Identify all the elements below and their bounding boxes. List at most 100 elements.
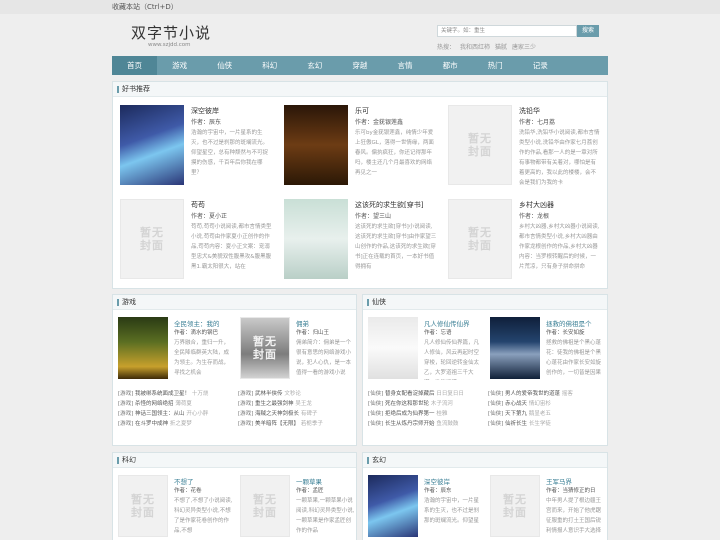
list-item-category: [游戏] — [238, 401, 254, 407]
list-item[interactable]: [游戏] 神话三国领主：从山 开心小胖 — [118, 409, 236, 419]
list-item-title[interactable]: 神话三国领主：从山 — [135, 411, 185, 417]
category-book[interactable]: 暂无 封面 佣弟 作者：归山王 佣弟简介：佣弟是一个很有意思的网络游戏小说，犯人心… — [240, 317, 360, 381]
hot-search-item[interactable]: 我和西红柿 — [460, 44, 490, 51]
book-cover[interactable] — [284, 199, 348, 279]
list-item-title[interactable]: 海贼之天神剑极长 — [255, 411, 299, 417]
category-title[interactable]: 科幻 — [113, 453, 356, 468]
book-description: 苟苟,苟苟小说阅读,都市言情类型小说,苟苟由作家夏小正创作的作品,苟苟内容：夏小… — [191, 224, 272, 270]
featured-book[interactable]: 暂无 封面 洗铅华 作者：七月荔 洗铅华,洗铅华小说阅读,都市言情类型小说,洗铅华… — [448, 105, 608, 189]
list-item-title[interactable]: 男人的爱帝我世的道蓬 — [505, 391, 560, 397]
book-title[interactable]: 不想了 — [174, 476, 194, 486]
list-item[interactable]: [游戏] 美羊暗阵【无限】 若栀季子 — [238, 419, 356, 429]
nav-game[interactable]: 游戏 — [157, 56, 202, 75]
featured-book[interactable]: 暂无 封面 苟苟 作者：夏小正 苟苟,苟苟小说阅读,都市言情类型小说,苟苟由作家夏… — [120, 199, 280, 283]
list-item-title[interactable]: 杀怪的网络绝招 — [135, 401, 174, 407]
list-item[interactable]: [仙侠] 拒绝后成为仙界第一 桂雅 — [368, 409, 486, 419]
list-item-title[interactable]: 仙祈长生 — [505, 421, 527, 427]
nav-urban[interactable]: 都市 — [428, 56, 473, 75]
category-book[interactable]: 暂无 封面 不想了 作者：花卷 不想了,不想了小说阅读,科幻灵异类型小说,不想了是… — [118, 475, 238, 539]
list-item[interactable]: [仙侠] 天下第九 鹅显老五 — [488, 409, 606, 419]
featured-book[interactable]: 乐可 作者：金莸银莲鑫 乐可by金莸银莲鑫，纯情少年爱上狂傲GL，落得一世情缘，… — [284, 105, 444, 189]
list-item[interactable]: [仙侠] 赤心战天 情幻宙杉 — [488, 399, 606, 409]
nav-romance[interactable]: 言情 — [382, 56, 427, 75]
category-book[interactable]: 暂无 封面 王军马界 作者：当猜修正的日 中年男人提了根边疆王宫而来，开始了他虎踞… — [490, 475, 610, 539]
nav-fantasy[interactable]: 玄幻 — [292, 56, 337, 75]
list-item-title[interactable]: 武林半侠传 — [255, 391, 283, 397]
book-cover-placeholder[interactable]: 暂无 封面 — [448, 199, 512, 279]
nav-scifi[interactable]: 科幻 — [247, 56, 292, 75]
book-cover[interactable] — [490, 317, 540, 379]
list-item[interactable]: [仙侠] 替身女配看淀掉藏后 日日复日日 — [368, 389, 486, 399]
nav-time-travel[interactable]: 穿越 — [337, 56, 382, 75]
list-item[interactable]: [游戏] 海贼之天神剑极长 有碑子 — [238, 409, 356, 419]
category-title[interactable]: 仙侠 — [363, 295, 607, 310]
nav-history[interactable]: 记录 — [518, 56, 563, 75]
book-cover[interactable] — [118, 317, 168, 379]
list-item[interactable]: [仙侠] 死在你这和那世轮 木子流河 — [368, 399, 486, 409]
list-item-title[interactable]: 天下第九 — [505, 411, 527, 417]
list-item[interactable]: [游戏] 杀怪的网络绝招 薄荷夏 — [118, 399, 236, 409]
bookmark-site-link[interactable]: 收藏本站（Ctrl+D） — [112, 2, 178, 12]
category-title[interactable]: 游戏 — [113, 295, 356, 310]
book-title[interactable]: 佣弟 — [296, 318, 309, 328]
hot-search-item[interactable]: 猫腻 — [495, 44, 507, 51]
nav-popular[interactable]: 热门 — [473, 56, 518, 75]
search-input[interactable]: 关键字。如：重生 — [437, 25, 577, 37]
book-author: 作者：滴水的钢巴 — [174, 330, 219, 336]
book-title[interactable]: 苟苟 — [191, 200, 205, 210]
search-button[interactable]: 搜索 — [577, 25, 599, 37]
list-item-title[interactable]: 我被绑系统面成卫星！ — [135, 391, 190, 397]
nav-home[interactable]: 首页 — [112, 56, 158, 75]
book-title[interactable]: 这该死的求生欲[穿书] — [355, 200, 423, 210]
list-item-title[interactable]: 替身女配看淀掉藏后 — [385, 391, 435, 397]
list-item-author: 桂雅 — [436, 411, 448, 417]
featured-book[interactable]: 暂无 封面 乡村大凶器 作者：龙根 乡村大凶器,乡村大凶器小说阅读,都市言情类型小… — [448, 199, 608, 283]
featured-book[interactable]: 深空彼岸 作者：辰东 浩瀚的宇宙中，一片星系的生灭，也不过是刹那的斑斓流光。仰望… — [120, 105, 280, 189]
book-title[interactable]: 王军马界 — [546, 476, 572, 486]
list-item-title[interactable]: 在斗罗中成神 — [135, 421, 168, 427]
list-item[interactable]: [游戏] 我被绑系统面成卫星！ 十万烧 — [118, 389, 236, 399]
list-item[interactable]: [仙侠] 长生从炼丹宗师开始 鱼流鼓鼓 — [368, 419, 486, 429]
list-item[interactable]: [仙侠] 仙祈长生 长生学徒 — [488, 419, 606, 429]
book-cover[interactable] — [120, 105, 184, 185]
list-item[interactable]: [游戏] 在斗罗中成神 折之夏梦 — [118, 419, 236, 429]
list-item-title[interactable]: 长生从炼丹宗师开始 — [385, 421, 435, 427]
category-book[interactable]: 暂无 封面 一颗草果 作者：孟匠 一颗草果,一颗草果小说阅读,科幻灵异类型小说,一… — [240, 475, 360, 539]
site-logo[interactable]: 双字节小说 — [131, 22, 211, 43]
book-cover[interactable] — [368, 317, 418, 379]
book-cover[interactable] — [284, 105, 348, 185]
book-cover-placeholder[interactable]: 暂无 封面 — [240, 475, 290, 537]
book-cover-placeholder[interactable]: 暂无 封面 — [118, 475, 168, 537]
list-item[interactable]: [仙侠] 男人的爱帝我世的道蓬 摇客 — [488, 389, 606, 399]
book-title[interactable]: 深空彼岸 — [191, 106, 219, 116]
list-item-title[interactable]: 死在你这和那世轮 — [385, 401, 429, 407]
book-cover[interactable] — [368, 475, 418, 537]
nav-xianxia[interactable]: 仙侠 — [202, 56, 247, 75]
book-title[interactable]: 凡人修仙传仙界 — [424, 318, 470, 328]
book-cover-placeholder[interactable]: 暂无 封面 — [120, 199, 184, 279]
book-description: 洗铅华,洗铅华小说阅读,都市言情类型小说,洗铅华由作家七月荔创作的作品,看那一人… — [519, 130, 600, 186]
category-book[interactable]: 深空彼岸 作者：辰东 浩瀚的宇宙中，一片星系的生灭，也不过是刹那的斑斓流光。仰望… — [368, 475, 488, 539]
book-cover-placeholder[interactable]: 暂无 封面 — [490, 475, 540, 537]
category-book[interactable]: 全民领主：我的 作者：滴水的钢巴 万界融合，重归一升，全民降临群英大陆，成为领主… — [118, 317, 238, 381]
list-item-title[interactable]: 赤心战天 — [505, 401, 527, 407]
book-cover-placeholder[interactable]: 暂无 封面 — [240, 317, 290, 379]
list-item-title[interactable]: 重生之最强剑神 — [255, 401, 294, 407]
list-item-title[interactable]: 美羊暗阵【无限】 — [255, 421, 299, 427]
book-title[interactable]: 深空彼岸 — [424, 476, 450, 486]
list-item[interactable]: [游戏] 武林半侠传 文秒论 — [238, 389, 356, 399]
book-title[interactable]: 乐可 — [355, 106, 369, 116]
book-title[interactable]: 洗铅华 — [519, 106, 540, 116]
book-title[interactable]: 拯救的佛祖是个 — [546, 318, 592, 328]
hot-search-item[interactable]: 唐家三少 — [512, 44, 536, 51]
category-book[interactable]: 拯救的佛祖是个 作者：长安如旋 拯救的佛祖是个黑心蓬花：徒我的佛祖是个黑心蓬花由… — [490, 317, 610, 381]
book-title[interactable]: 一颗草果 — [296, 476, 322, 486]
book-cover-placeholder[interactable]: 暂无 封面 — [448, 105, 512, 185]
category-book[interactable]: 凡人修仙传仙界 作者：忘语 凡人修仙传仙界篇，凡人修仙，风云再起时空穿梭，轮回逆… — [368, 317, 488, 381]
book-title[interactable]: 全民领主：我的 — [174, 318, 220, 328]
book-title[interactable]: 乡村大凶器 — [519, 200, 554, 210]
category-title[interactable]: 玄幻 — [363, 453, 607, 468]
list-item[interactable]: [游戏] 重生之最强剑神 吴王龙 — [238, 399, 356, 409]
list-item-title[interactable]: 拒绝后成为仙界第一 — [385, 411, 435, 417]
featured-book[interactable]: 这该死的求生欲[穿书] 作者：望三山 这该死的求生欲[穿书]小说阅读,这该死的求… — [284, 199, 444, 283]
